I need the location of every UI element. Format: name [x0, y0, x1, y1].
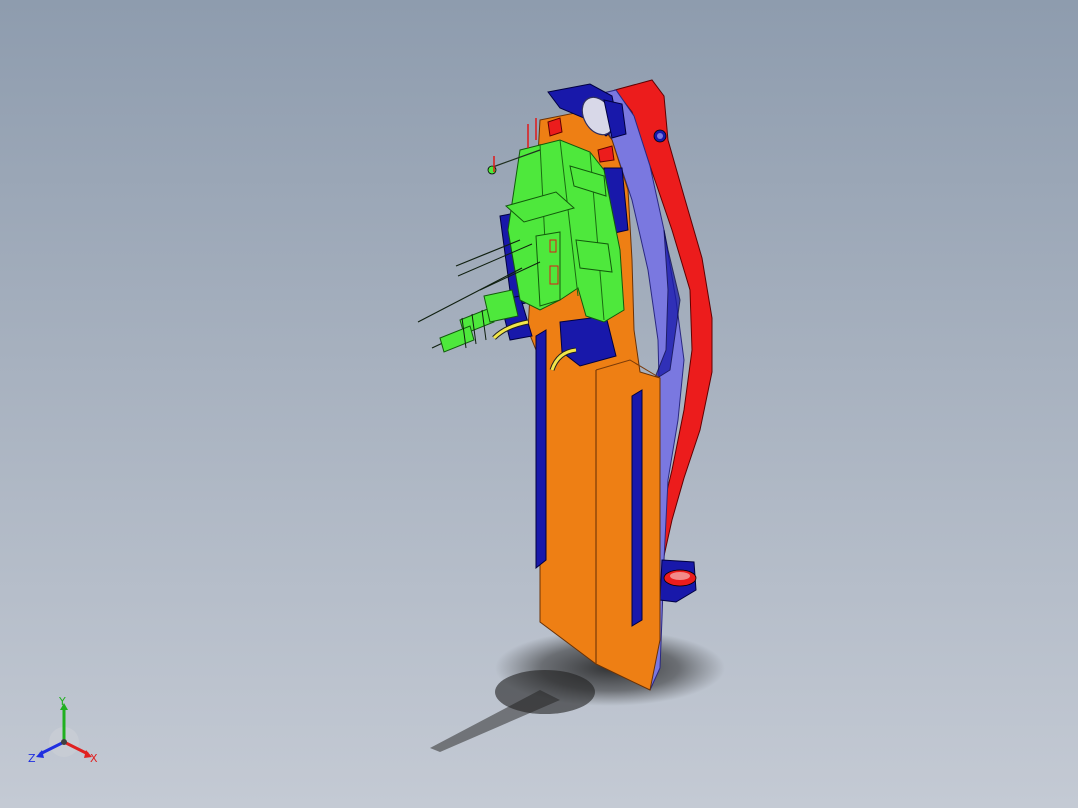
- triad-x-label: X: [90, 752, 98, 765]
- cad-viewport[interactable]: Y X Z: [0, 0, 1078, 808]
- view-orientation-triad[interactable]: Y X Z: [24, 692, 108, 776]
- right-slotted-rail: [631, 389, 643, 627]
- left-slotted-rail: [535, 329, 547, 570]
- triad-z-label: Z: [28, 752, 36, 765]
- cad-model-canvas[interactable]: [0, 0, 1078, 808]
- triad-y-label: Y: [59, 695, 66, 708]
- base-fitting: [663, 569, 697, 587]
